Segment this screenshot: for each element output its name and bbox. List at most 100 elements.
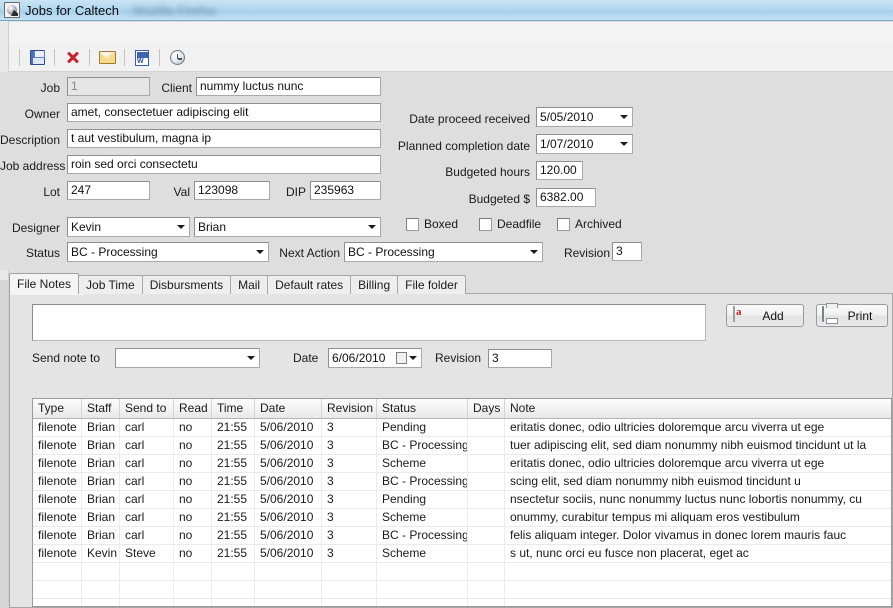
deadfile-checkbox[interactable]: Deadfile (479, 216, 541, 232)
tab-job-time[interactable]: Job Time (78, 275, 143, 294)
toolbar (0, 44, 893, 72)
table-cell: 5/06/2010 (255, 509, 322, 526)
next-action-select[interactable]: BC - Processing (344, 242, 543, 262)
table-cell: carl (120, 473, 174, 490)
table-cell: 3 (322, 545, 377, 562)
client-input[interactable]: nummy luctus nunc (196, 77, 381, 96)
table-cell (33, 599, 82, 606)
table-cell: 21:55 (212, 473, 255, 490)
table-row[interactable]: filenote Brian carl no 21:55 5/06/2010 3 BC - P… (33, 437, 891, 455)
table-row[interactable]: filenote Kevin Steve no 21:55 5/06/2010 3 Schem… (33, 545, 891, 563)
table-row-empty[interactable] (33, 563, 891, 581)
send-note-to-select[interactable] (115, 348, 260, 368)
column-header-note[interactable]: Note (505, 399, 891, 418)
table-cell: BC - Processing (377, 527, 468, 544)
chevron-down-icon (530, 250, 538, 254)
tab-default-rates[interactable]: Default rates (267, 275, 352, 294)
file-notes-grid[interactable]: Type Staff Send to Read Time Date Revisi… (32, 398, 892, 607)
owner-input[interactable]: amet, consectetuer adipiscing elit (67, 103, 381, 122)
table-cell: nsectetur sociis, nunc nonummy luctus nu… (505, 491, 891, 508)
boxed-checkbox[interactable]: Boxed (406, 216, 458, 232)
lot-input[interactable]: 247 (67, 181, 150, 200)
tab-file-notes[interactable]: File Notes (9, 273, 80, 294)
budgeted-dollars-input[interactable]: 6382.00 (536, 188, 596, 207)
table-cell (82, 563, 120, 580)
tab-billing[interactable]: Billing (350, 275, 399, 294)
planned-completion-select[interactable]: 1/07/2010 (536, 134, 633, 154)
table-cell (377, 581, 468, 598)
status-select[interactable]: BC - Processing (67, 242, 269, 262)
table-row-empty[interactable] (33, 599, 891, 606)
window-title: Jobs for Caltech (25, 2, 119, 18)
table-row[interactable]: filenote Brian carl no 21:55 5/06/2010 3 BC - P… (33, 473, 891, 491)
note-input[interactable] (32, 304, 706, 341)
revision-input[interactable]: 3 (612, 242, 642, 261)
job-address-label: Job address (0, 159, 66, 173)
table-cell: no (174, 419, 212, 436)
word-export-button[interactable] (130, 47, 154, 69)
table-row[interactable]: filenote Brian carl no 21:55 5/06/2010 3 Pendin… (33, 491, 891, 509)
job-address-input[interactable]: roin sed orci consectetu (67, 155, 381, 174)
table-cell: no (174, 491, 212, 508)
delete-button[interactable] (60, 47, 84, 69)
toolbar-separator (19, 49, 20, 66)
budgeted-hours-input[interactable]: 120.00 (536, 161, 583, 180)
print-button-label: Print (847, 308, 873, 323)
table-cell: carl (120, 527, 174, 544)
job-input[interactable]: 1 (67, 77, 150, 96)
table-row-empty[interactable] (33, 581, 891, 599)
note-date-picker[interactable]: 6/06/2010 (328, 348, 422, 368)
date-received-select[interactable]: 5/05/2010 (536, 107, 633, 127)
table-cell: filenote (33, 509, 82, 526)
left-scroll-track[interactable] (0, 280, 8, 608)
column-header-date[interactable]: Date (255, 399, 322, 418)
table-cell: 5/06/2010 (255, 491, 322, 508)
column-header-revision[interactable]: Revision (322, 399, 377, 418)
tab-file-folder[interactable]: File folder (397, 275, 466, 294)
table-cell (212, 563, 255, 580)
save-button[interactable] (25, 47, 49, 69)
column-header-read[interactable]: Read (174, 399, 212, 418)
dip-input[interactable]: 235963 (310, 181, 381, 200)
add-button[interactable]: Add (726, 304, 804, 327)
table-row[interactable]: filenote Brian carl no 21:55 5/06/2010 3 Scheme… (33, 455, 891, 473)
history-button[interactable] (165, 47, 189, 69)
table-cell: no (174, 455, 212, 472)
column-header-status[interactable]: Status (377, 399, 468, 418)
draughtsman-select[interactable]: Brian (194, 217, 381, 237)
table-cell (212, 581, 255, 598)
column-header-type[interactable]: Type (33, 399, 82, 418)
table-cell: filenote (33, 455, 82, 472)
column-header-send-to[interactable]: Send to (120, 399, 174, 418)
tab-disbursments[interactable]: Disbursments (141, 275, 232, 294)
calendar-icon (396, 352, 407, 364)
file-notes-panel: Add Print Send note to Date 6/06/2010 Re… (9, 293, 893, 608)
description-input[interactable]: t aut vestibulum, magna ip (67, 129, 381, 148)
window-title-suffix: - Mozilla Firefox (124, 2, 217, 18)
grid-header-row: Type Staff Send to Read Time Date Revisi… (33, 399, 891, 419)
table-cell (33, 581, 82, 598)
print-button[interactable]: Print (816, 304, 888, 327)
mail-button[interactable] (95, 47, 119, 69)
val-input[interactable]: 123098 (194, 181, 270, 200)
table-cell (505, 599, 891, 606)
table-cell: Brian (82, 527, 120, 544)
archived-checkbox[interactable]: Archived (557, 216, 622, 232)
table-row[interactable]: filenote Brian carl no 21:55 5/06/2010 3 Pendin… (33, 419, 891, 437)
note-revision-input[interactable]: 3 (488, 349, 552, 368)
table-cell: filenote (33, 545, 82, 562)
tab-mail[interactable]: Mail (230, 275, 269, 294)
table-cell: 5/06/2010 (255, 473, 322, 490)
val-label: Val (173, 185, 190, 199)
designer-select[interactable]: Kevin (67, 217, 190, 237)
printer-icon (821, 305, 839, 325)
tab-strip: File Notes Job Time Disbursments Mail De… (9, 273, 893, 294)
column-header-staff[interactable]: Staff (82, 399, 120, 418)
table-cell (468, 491, 505, 508)
table-row[interactable]: filenote Brian carl no 21:55 5/06/2010 3 BC - P… (33, 527, 891, 545)
table-cell: no (174, 509, 212, 526)
table-cell: carl (120, 491, 174, 508)
column-header-time[interactable]: Time (212, 399, 255, 418)
column-header-days[interactable]: Days (468, 399, 505, 418)
table-row[interactable]: filenote Brian carl no 21:55 5/06/2010 3 Scheme… (33, 509, 891, 527)
